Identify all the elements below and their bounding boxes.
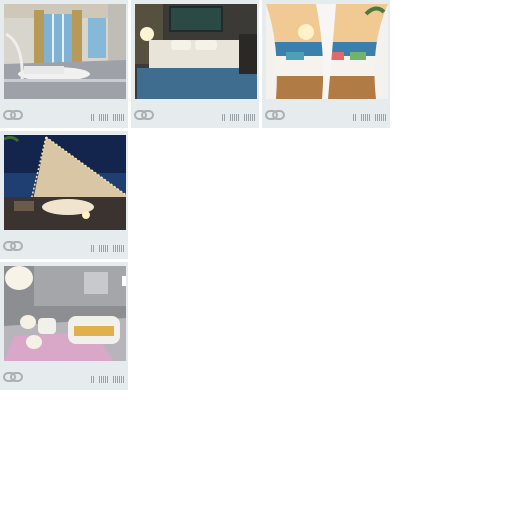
thumbnail-image[interactable]: [4, 135, 126, 230]
stat-glyph: [91, 376, 95, 383]
stat-glyph: [99, 376, 109, 383]
card-footer: [0, 100, 128, 128]
gallery-card[interactable]: [0, 0, 128, 128]
gallery-card[interactable]: [0, 131, 128, 259]
stat-glyph: [361, 114, 371, 121]
stat-glyph: [113, 245, 125, 252]
thumbnail-image[interactable]: [266, 4, 388, 99]
thumbnail-image[interactable]: [135, 4, 257, 99]
stat-glyph: [91, 114, 95, 121]
chain-link-icon[interactable]: [3, 109, 23, 121]
stat-glyph: [244, 114, 256, 121]
stat-glyph: [91, 245, 95, 252]
card-footer: [0, 362, 128, 390]
stat-glyph: [375, 114, 387, 121]
stat-glyph: [113, 376, 125, 383]
gallery-card[interactable]: [262, 0, 390, 128]
stat-glyph: [113, 114, 125, 121]
thumbnail-image[interactable]: [4, 266, 126, 361]
card-footer: [262, 100, 390, 128]
stat-glyph: [99, 245, 109, 252]
stat-glyph: [99, 114, 109, 121]
stat-glyph: [222, 114, 226, 121]
gallery-card[interactable]: [0, 262, 128, 390]
gallery-card[interactable]: [131, 0, 259, 128]
card-footer: [0, 231, 128, 259]
chain-link-icon[interactable]: [134, 109, 154, 121]
card-footer: [131, 100, 259, 128]
chain-link-icon[interactable]: [3, 371, 23, 383]
chain-link-icon[interactable]: [265, 109, 285, 121]
chain-link-icon[interactable]: [3, 240, 23, 252]
stat-glyph: [230, 114, 240, 121]
stat-glyph: [353, 114, 357, 121]
thumbnail-image[interactable]: [4, 4, 126, 99]
